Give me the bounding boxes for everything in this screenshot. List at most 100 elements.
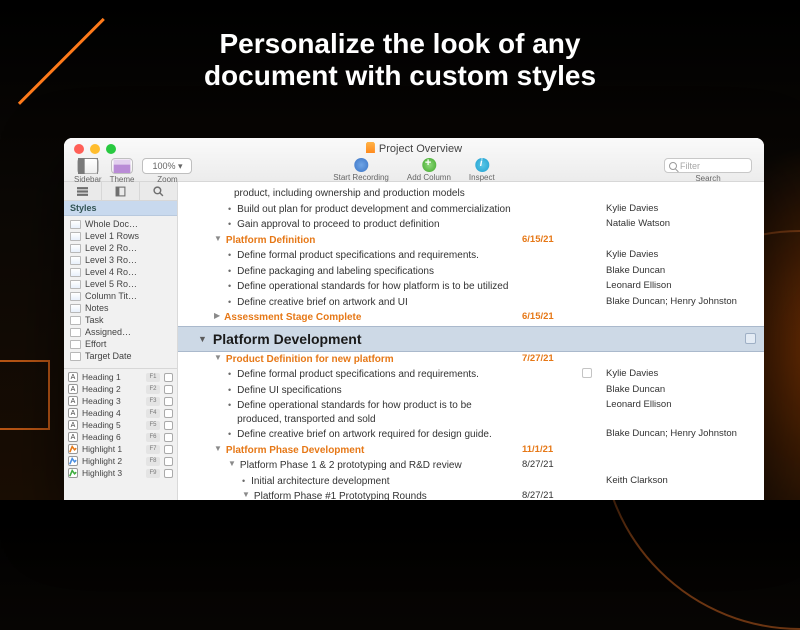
style-item[interactable]: Notes: [64, 302, 177, 314]
outline-row[interactable]: •Define formal product specifications an…: [178, 367, 764, 383]
style-item[interactable]: Level 4 Ro…: [64, 266, 177, 278]
fkey-badge: F6: [146, 433, 160, 442]
style-checkbox[interactable]: [164, 445, 173, 454]
fkey-badge: F1: [146, 373, 160, 382]
style-item[interactable]: Effort: [64, 338, 177, 350]
row-text: Define creative brief on artwork require…: [237, 428, 522, 442]
style-checkbox[interactable]: [164, 373, 173, 382]
named-style-item[interactable]: Highlight 1F7: [64, 443, 177, 455]
row-date: 11/1/21: [522, 444, 572, 457]
disclosure-triangle-icon[interactable]: ▶: [214, 311, 224, 322]
add-column-button[interactable]: Add Column: [407, 158, 451, 182]
outline-row[interactable]: ▶Assessment Stage Complete6/15/21: [178, 310, 764, 326]
named-style-item[interactable]: Highlight 3F9: [64, 467, 177, 479]
sidebar-button[interactable]: Sidebar: [74, 158, 102, 184]
outline-row[interactable]: •Define UI specificationsBlake Duncan: [178, 383, 764, 399]
outline-row[interactable]: •Initial architecture developmentKeith C…: [178, 474, 764, 490]
section-checkbox[interactable]: [745, 333, 756, 344]
style-swatch-icon: [70, 340, 81, 349]
bullet-icon: •: [228, 428, 237, 440]
disclosure-triangle-icon[interactable]: ▼: [228, 459, 240, 470]
style-item[interactable]: Level 2 Ro…: [64, 242, 177, 254]
style-item[interactable]: Level 1 Rows: [64, 230, 177, 242]
filter-input[interactable]: Filter: [664, 158, 752, 173]
sidebar-tab-search[interactable]: [140, 182, 177, 200]
style-item[interactable]: Column Tit…: [64, 290, 177, 302]
theme-icon: [111, 158, 133, 174]
disclosure-triangle-icon[interactable]: ▼: [198, 334, 207, 344]
outline-row[interactable]: •Define operational standards for how pr…: [178, 398, 764, 427]
row-text: Product Definition for new platform: [226, 353, 522, 367]
style-item[interactable]: Task: [64, 314, 177, 326]
start-recording-button[interactable]: Start Recording: [333, 158, 389, 182]
style-swatch-icon: [70, 292, 81, 301]
outline-row[interactable]: ▼Platform Phase #1 Prototyping Rounds8/2…: [178, 489, 764, 500]
named-style-item[interactable]: AHeading 5F5: [64, 419, 177, 431]
outline-row[interactable]: •Build out plan for product development …: [178, 202, 764, 218]
disclosure-triangle-icon[interactable]: ▼: [214, 444, 226, 455]
bullet-icon: •: [228, 265, 237, 277]
outline-rows: product, including ownership and product…: [178, 182, 764, 500]
fkey-badge: F3: [146, 397, 160, 406]
outline-row[interactable]: •Define creative brief on artwork and UI…: [178, 295, 764, 311]
outline-row[interactable]: ▼Platform Phase Development11/1/21: [178, 443, 764, 459]
style-checkbox[interactable]: [164, 433, 173, 442]
inspect-button[interactable]: Inspect: [469, 158, 495, 182]
style-checkbox[interactable]: [164, 469, 173, 478]
outline-row[interactable]: •Define packaging and labeling specifica…: [178, 264, 764, 280]
info-icon: [475, 158, 489, 172]
named-style-item[interactable]: AHeading 2F2: [64, 383, 177, 395]
section-heading[interactable]: ▼Platform Development: [178, 326, 764, 352]
styles-list: Whole Doc…Level 1 RowsLevel 2 Ro…Level 3…: [64, 216, 177, 364]
row-checkbox[interactable]: [582, 368, 592, 378]
style-item[interactable]: Assigned…: [64, 326, 177, 338]
sidebar-tab-list[interactable]: [64, 182, 102, 200]
style-swatch-icon: [70, 304, 81, 313]
style-item[interactable]: Level 3 Ro…: [64, 254, 177, 266]
disclosure-triangle-icon[interactable]: ▼: [214, 353, 226, 364]
outline-row[interactable]: ▼Platform Phase 1 & 2 prototyping and R&…: [178, 458, 764, 474]
outline-row[interactable]: product, including ownership and product…: [178, 186, 764, 202]
named-style-label: Heading 4: [82, 408, 142, 418]
named-style-item[interactable]: AHeading 4F4: [64, 407, 177, 419]
row-assignee: Blake Duncan; Henry Johnston: [602, 296, 756, 309]
row-cb-cell: [572, 368, 602, 378]
row-text: Build out plan for product development a…: [237, 203, 522, 217]
theme-button[interactable]: Theme: [110, 158, 135, 184]
style-checkbox[interactable]: [164, 397, 173, 406]
named-style-item[interactable]: AHeading 1F1: [64, 371, 177, 383]
style-item-label: Whole Doc…: [85, 219, 138, 229]
style-checkbox[interactable]: [164, 457, 173, 466]
outline-row[interactable]: •Define formal product specifications an…: [178, 248, 764, 264]
disclosure-triangle-icon[interactable]: ▼: [242, 490, 254, 500]
style-checkbox[interactable]: [164, 409, 173, 418]
style-item[interactable]: Level 5 Ro…: [64, 278, 177, 290]
bullet-icon: •: [228, 368, 237, 380]
outline-row[interactable]: ▼Product Definition for new platform7/27…: [178, 352, 764, 368]
row-date: 6/15/21: [522, 311, 572, 324]
style-checkbox[interactable]: [164, 385, 173, 394]
style-checkbox[interactable]: [164, 421, 173, 430]
outline-row[interactable]: •Define operational standards for how pl…: [178, 279, 764, 295]
style-item[interactable]: Target Date: [64, 350, 177, 362]
style-swatch-icon: [70, 232, 81, 241]
row-text: product, including ownership and product…: [234, 187, 522, 201]
named-style-item[interactable]: AHeading 6F6: [64, 431, 177, 443]
disclosure-triangle-icon[interactable]: ▼: [214, 234, 226, 245]
sidebar-tab-style[interactable]: [102, 182, 140, 200]
outline-row[interactable]: •Define creative brief on artwork requir…: [178, 427, 764, 443]
style-swatch-icon: [70, 256, 81, 265]
zoom-control[interactable]: 100% ▾ Zoom: [142, 158, 192, 184]
zoom-label: Zoom: [157, 175, 177, 184]
named-style-item[interactable]: Highlight 2F8: [64, 455, 177, 467]
outline-row[interactable]: ▼Platform Definition6/15/21: [178, 233, 764, 249]
outline-main: product, including ownership and product…: [178, 182, 764, 500]
row-date: 8/27/21: [522, 490, 572, 500]
style-item-label: Level 2 Ro…: [85, 243, 137, 253]
style-item[interactable]: Whole Doc…: [64, 218, 177, 230]
named-style-item[interactable]: AHeading 3F3: [64, 395, 177, 407]
sidebar-label: Sidebar: [74, 175, 102, 184]
outline-row[interactable]: •Gain approval to proceed to product def…: [178, 217, 764, 233]
row-date: 8/27/21: [522, 459, 572, 472]
search-icon: [669, 162, 677, 170]
